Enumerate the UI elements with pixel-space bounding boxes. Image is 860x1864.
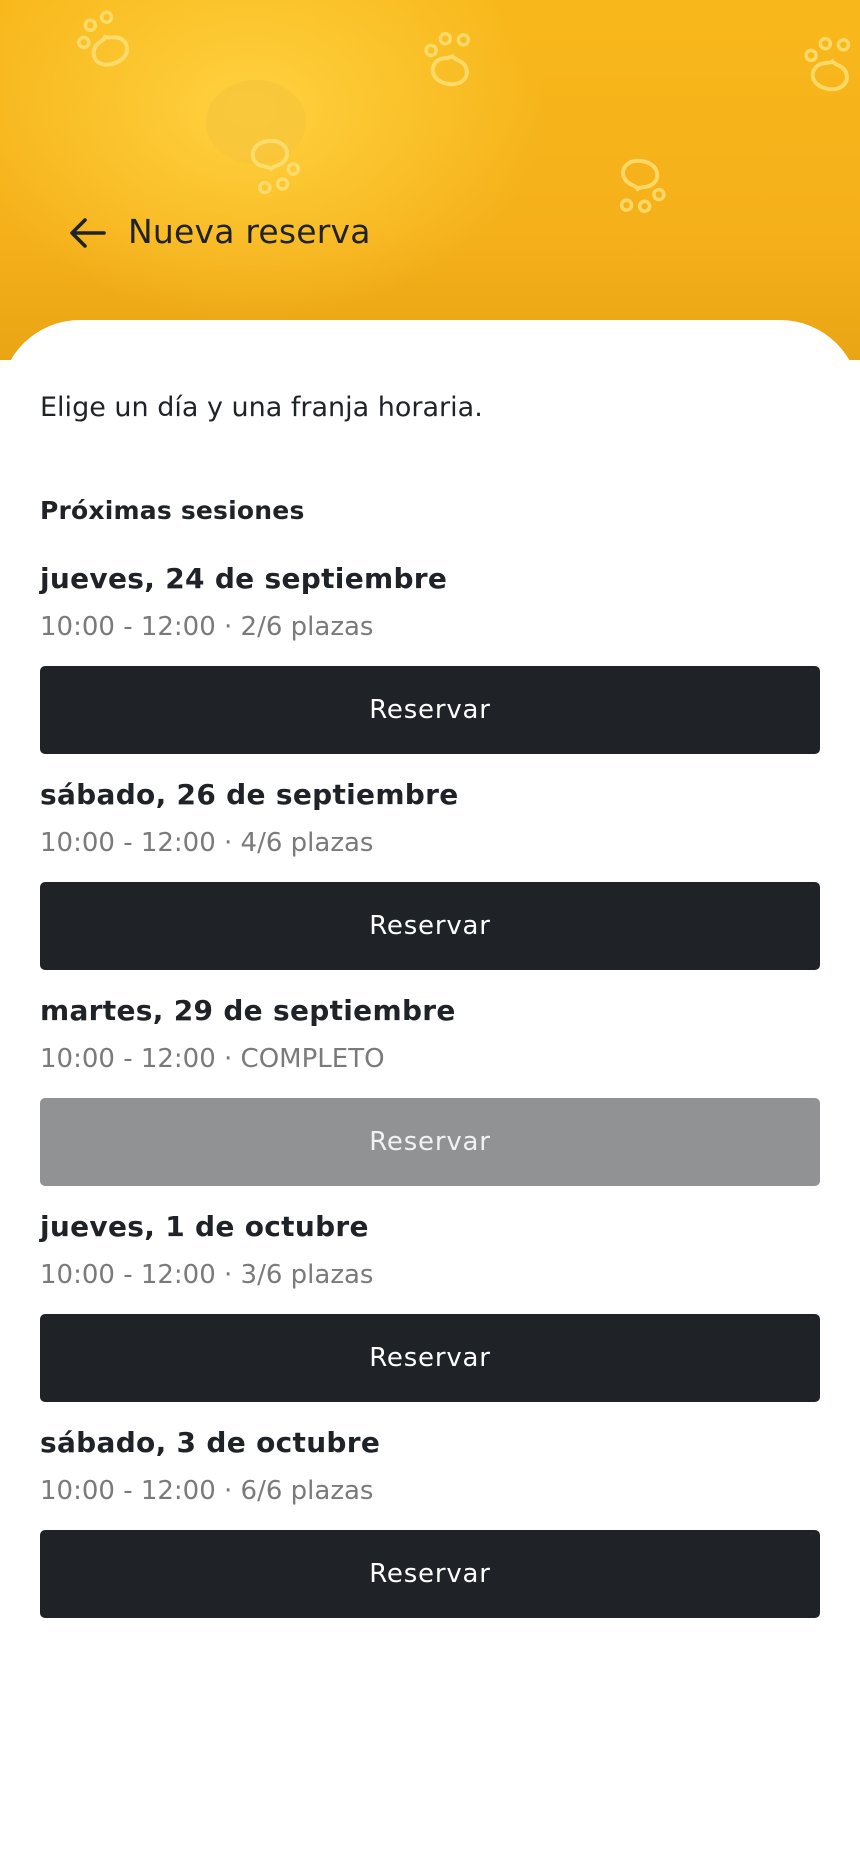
session-info: 10:00 - 12:00 · 3/6 plazas [40,1260,374,1290]
header-banner: Nueva reserva [0,0,860,360]
session-info: 10:00 - 12:00 · 4/6 plazas [40,828,374,858]
paw-shadow-shape [206,80,306,164]
intro-text: Elige un día y una franja horaria. [40,392,483,423]
session-date: jueves, 24 de septiembre [40,562,448,595]
reserve-button[interactable]: Reservar [40,1314,820,1402]
session-item: sábado, 3 de octubre 10:00 - 12:00 · 6/6… [40,1424,820,1640]
session-info: 10:00 - 12:00 · 2/6 plazas [40,612,374,642]
session-item: martes, 29 de septiembre 10:00 - 12:00 ·… [40,992,820,1208]
page-title: Nueva reserva [128,212,371,251]
session-info: 10:00 - 12:00 · 6/6 plazas [40,1476,374,1506]
reserve-button[interactable]: Reservar [40,1530,820,1618]
paw-icon [798,31,856,94]
paw-icon [418,26,476,89]
reserve-button[interactable]: Reservar [40,666,820,754]
paw-icon [614,156,672,219]
back-button[interactable] [60,205,116,261]
reserve-button-disabled: Reservar [40,1098,820,1186]
paw-pattern [69,7,856,219]
arrow-left-icon [70,218,106,248]
paw-icon [69,7,133,75]
session-date: martes, 29 de septiembre [40,994,456,1027]
session-date: jueves, 1 de octubre [40,1210,369,1243]
reserve-button[interactable]: Reservar [40,882,820,970]
session-list: jueves, 24 de septiembre 10:00 - 12:00 ·… [40,560,820,1640]
content-sheet: Elige un día y una franja horaria. Próxi… [0,320,860,1864]
session-item: jueves, 24 de septiembre 10:00 - 12:00 ·… [40,560,820,776]
session-item: jueves, 1 de octubre 10:00 - 12:00 · 3/6… [40,1208,820,1424]
session-info: 10:00 - 12:00 · COMPLETO [40,1044,385,1074]
session-date: sábado, 26 de septiembre [40,778,459,811]
session-date: sábado, 3 de octubre [40,1426,381,1459]
section-title: Próximas sesiones [40,496,305,525]
session-item: sábado, 26 de septiembre 10:00 - 12:00 ·… [40,776,820,992]
